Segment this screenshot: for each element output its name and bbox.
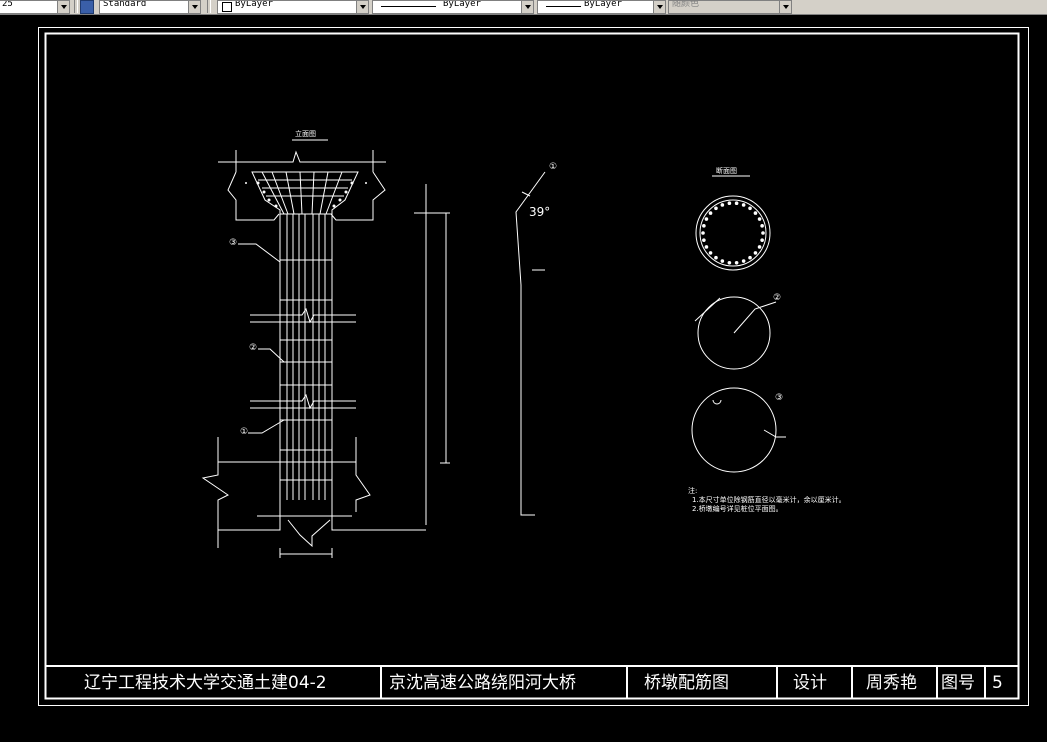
chevron-down-icon[interactable] <box>653 1 665 13</box>
text-style-value: Standard <box>103 0 147 9</box>
rebar-marker-1: ① <box>240 427 249 437</box>
rebar-dot <box>708 251 713 255</box>
angle-label: 39° <box>529 205 551 219</box>
toolbar-separator <box>74 0 78 13</box>
inner-frame <box>44 32 1020 700</box>
layer-color-value: ByLayer <box>235 0 273 9</box>
rebar-dot <box>704 217 709 221</box>
section-view-title: 断面图 <box>716 167 737 175</box>
section-marker-3: ③ <box>775 393 784 403</box>
rebar-dot <box>701 231 705 235</box>
rebar-dot <box>727 201 732 206</box>
rebar-dot <box>753 211 758 215</box>
properties-toolbar: 25 Standard ByLayer ByLayer ByLayer 随颜色 <box>0 0 1047 15</box>
lineweight-dropdown[interactable]: ByLayer <box>537 0 666 14</box>
section-rebar-dots <box>701 201 765 265</box>
sheet-label-cell: 图号 <box>941 673 975 693</box>
cap-rebar-dots <box>245 181 367 208</box>
rebar-dot <box>714 206 718 211</box>
designer-cell: 周秀艳 <box>866 673 917 693</box>
section-marker-2: ② <box>773 293 782 303</box>
bent-bar-detail <box>515 171 546 516</box>
color-swatch-icon <box>222 2 232 12</box>
project-cell: 京沈高速公路绕阳河大桥 <box>389 673 576 693</box>
rebar-dot <box>702 238 706 242</box>
school-cell: 辽宁工程技术大学交通土建04-2 <box>84 673 327 693</box>
chevron-down-icon[interactable] <box>356 1 368 13</box>
outer-frame <box>38 27 1029 706</box>
chevron-down-icon[interactable] <box>779 1 791 13</box>
elevation-view-title: 立面图 <box>295 130 316 138</box>
rebar-marker-2: ② <box>249 343 258 353</box>
drawing-name-cell: 桥墩配筋图 <box>644 673 729 693</box>
rebar-dot <box>748 206 752 211</box>
text-style-icon[interactable] <box>80 0 94 14</box>
rebar-dot <box>760 238 764 242</box>
scale-value: 25 <box>2 0 13 9</box>
chevron-down-icon[interactable] <box>57 1 69 13</box>
layer-color-dropdown[interactable]: ByLayer <box>217 0 369 14</box>
text-style-dropdown[interactable]: Standard <box>99 0 201 14</box>
linetype-dropdown[interactable]: ByLayer <box>372 0 534 14</box>
rebar-dot <box>704 245 709 249</box>
rebar-dot <box>714 255 718 260</box>
rebar-dot <box>708 211 713 215</box>
rebar-dot <box>753 251 758 255</box>
rebar-dot <box>757 245 762 249</box>
chevron-down-icon[interactable] <box>188 1 200 13</box>
design-label-cell: 设计 <box>793 673 827 693</box>
rebar-dot <box>757 217 762 221</box>
rebar-dot <box>741 259 746 263</box>
drawing-canvas[interactable] <box>0 15 1047 742</box>
rebar-dot <box>720 203 725 207</box>
linetype-value: ByLayer <box>443 0 481 9</box>
rebar-dot <box>760 224 764 228</box>
plot-style-value: 随颜色 <box>672 0 700 9</box>
toolbar-separator <box>207 0 211 13</box>
rebar-dot <box>702 224 706 228</box>
rebar-dot <box>761 231 765 235</box>
scale-dropdown[interactable]: 25 <box>0 0 70 14</box>
linetype-preview-icon <box>381 6 436 7</box>
elevation-view <box>201 139 450 558</box>
rebar-dot <box>734 201 739 206</box>
rebar-marker-3: ③ <box>229 238 238 248</box>
rebar-dot <box>734 260 739 265</box>
bent-bar-marker: ① <box>549 162 558 172</box>
rebar-dot <box>727 260 732 265</box>
note-line-2: 2.桥墩编号详见桩位平面图。 <box>692 505 783 513</box>
lineweight-value: ByLayer <box>584 0 622 9</box>
rebar-dot <box>720 259 725 263</box>
sheet-number-cell: 5 <box>992 673 1003 693</box>
lineweight-preview-icon <box>546 6 581 7</box>
chevron-down-icon[interactable] <box>521 1 533 13</box>
plot-style-dropdown[interactable]: 随颜色 <box>668 0 792 14</box>
rebar-dot <box>748 255 752 260</box>
rebar-dot <box>741 203 746 207</box>
